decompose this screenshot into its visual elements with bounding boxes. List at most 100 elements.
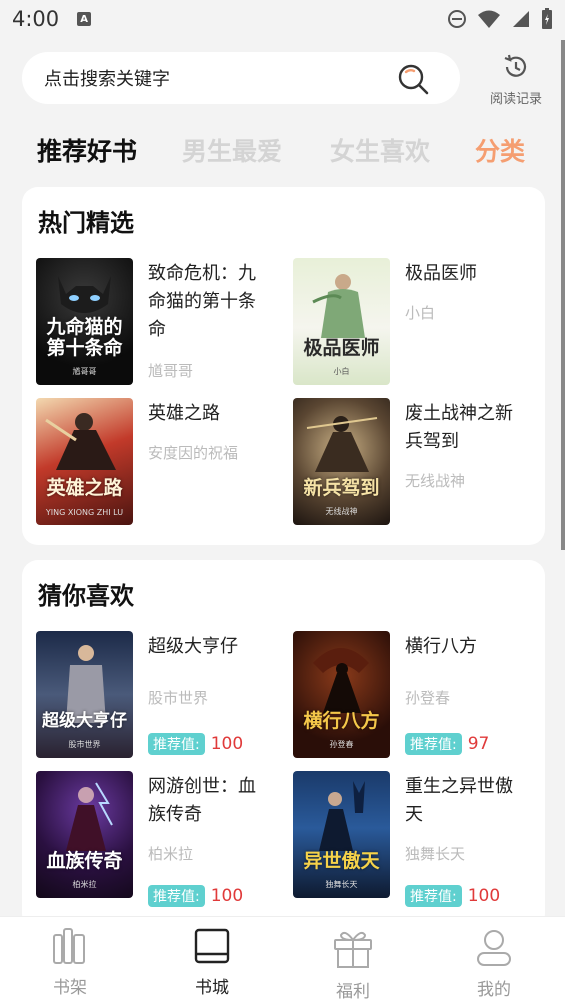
do-not-disturb-icon bbox=[448, 10, 466, 28]
book-item[interactable]: 横行八方 孙登春 横行八方 孙登春 推荐值: 97 bbox=[279, 631, 529, 761]
warrior-illustration bbox=[45, 413, 116, 470]
score-value: 100 bbox=[210, 734, 244, 754]
book-item[interactable]: 异世傲天 独舞长天 重生之异世傲天 独舞长天 推荐值: 100 bbox=[279, 771, 529, 907]
book-title: 横行八方 bbox=[405, 636, 477, 657]
battery-icon bbox=[542, 8, 552, 29]
book-icon bbox=[194, 928, 230, 964]
recommend-score: 推荐值: 100 bbox=[405, 885, 500, 907]
score-label: 推荐值: bbox=[405, 733, 462, 755]
cover-title: 新兵驾到 bbox=[303, 477, 380, 499]
figure-illustration bbox=[66, 782, 113, 851]
cover-author: 独舞长天 bbox=[325, 880, 358, 889]
book-cover: 极品医师 小白 bbox=[293, 258, 390, 385]
section-title: 热门精选 bbox=[38, 209, 134, 237]
book-title: 超级大亨仔 bbox=[148, 636, 238, 657]
book-author: 安度因的祝福 bbox=[148, 444, 239, 462]
book-item[interactable]: 英雄之路 YING XIONG ZHI LU 英雄之路 安度因的祝福 bbox=[22, 398, 272, 528]
book-author: 无线战神 bbox=[405, 472, 466, 490]
bottom-navigation: 书架 书城 福利 我的 bbox=[0, 916, 565, 1004]
gift-icon bbox=[334, 931, 372, 968]
book-title: 重生之异世傲天 bbox=[405, 776, 513, 825]
book-item[interactable]: 九命猫的第十条命 馗哥哥 致命危机：九命猫的第十条命 馗哥哥 bbox=[22, 258, 272, 388]
book-cover: 新兵驾到 无线战神 bbox=[293, 398, 390, 525]
book-item[interactable]: 超级大亨仔 股市世界 超级大亨仔 股市世界 推荐值: 100 bbox=[22, 631, 272, 761]
signal-icon bbox=[513, 11, 529, 27]
tab-female-favorites[interactable]: 女生喜欢 bbox=[330, 132, 430, 168]
status-bar: 4:00 A bbox=[0, 0, 565, 38]
cover-title: 九命猫的第十条命 bbox=[46, 316, 123, 359]
user-icon bbox=[477, 930, 511, 966]
book-author: 独舞长天 bbox=[405, 845, 466, 863]
history-icon bbox=[504, 54, 527, 77]
book-author: 柏米拉 bbox=[148, 845, 194, 863]
score-value: 100 bbox=[210, 886, 244, 906]
book-cover: 九命猫的第十条命 馗哥哥 bbox=[36, 258, 133, 385]
cover-title: 英雄之路 bbox=[46, 477, 123, 499]
search-row: 点击搜索关键字 阅读记录 bbox=[0, 50, 565, 107]
cat-eyes-icon bbox=[58, 276, 111, 313]
book-item[interactable]: 血族传奇 柏米拉 网游创世：血族传奇 柏米拉 推荐值: 100 bbox=[22, 771, 272, 907]
book-cover: 血族传奇 柏米拉 bbox=[36, 771, 133, 898]
book-title: 废土战神之新兵驾到 bbox=[405, 403, 513, 452]
search-icon[interactable] bbox=[396, 62, 430, 96]
cover-author: 馗哥哥 bbox=[72, 367, 97, 376]
book-title: 网游创世：血族传奇 bbox=[148, 776, 256, 825]
recommend-score: 推荐值: 100 bbox=[148, 885, 243, 907]
nav-label: 书架 bbox=[53, 978, 87, 998]
recommend-score: 推荐值: 97 bbox=[405, 733, 489, 755]
nav-label: 书城 bbox=[195, 978, 229, 998]
book-title: 英雄之路 bbox=[148, 403, 220, 424]
cover-author: 小白 bbox=[333, 367, 350, 376]
scrollbar[interactable] bbox=[561, 40, 565, 550]
section-title: 猜你喜欢 bbox=[38, 582, 134, 610]
cover-author: 柏米拉 bbox=[72, 880, 97, 889]
tab-recommended[interactable]: 推荐好书 bbox=[37, 132, 137, 168]
cover-title: 极品医师 bbox=[303, 337, 380, 359]
cover-author: 无线战神 bbox=[325, 507, 358, 516]
book-item[interactable]: 新兵驾到 无线战神 废土战神之新兵驾到 无线战神 bbox=[279, 398, 529, 528]
book-author: 孙登春 bbox=[405, 689, 451, 707]
book-author: 小白 bbox=[405, 304, 436, 322]
nav-welfare[interactable]: 福利 bbox=[308, 927, 398, 1002]
tab-categories[interactable]: 分类 bbox=[475, 132, 525, 168]
cover-title: 横行八方 bbox=[303, 710, 380, 732]
figure-illustration bbox=[312, 274, 365, 338]
book-title: 极品医师 bbox=[405, 263, 477, 284]
bookshelf-icon bbox=[53, 928, 85, 964]
status-time: 4:00 bbox=[12, 7, 60, 31]
book-author: 馗哥哥 bbox=[148, 362, 194, 380]
cover-author: 孙登春 bbox=[329, 740, 354, 749]
guess-you-like-section: 猜你喜欢 超级大亨仔 股市世界 超级大亨仔 股市世界 推荐值: 100 横行八方… bbox=[22, 560, 545, 930]
search-input[interactable]: 点击搜索关键字 bbox=[22, 52, 460, 104]
warrior-illustration bbox=[306, 416, 378, 472]
notification-a-icon: A bbox=[77, 12, 92, 26]
book-cover: 超级大亨仔 股市世界 bbox=[36, 631, 133, 758]
book-title: 致命危机：九命猫的第十条命 bbox=[148, 263, 256, 340]
book-item[interactable]: 极品医师 小白 极品医师 小白 bbox=[279, 258, 529, 388]
nav-label: 福利 bbox=[336, 982, 370, 1002]
cover-title: 血族传奇 bbox=[46, 850, 123, 872]
cover-author: 股市世界 bbox=[68, 740, 101, 749]
reading-history-button[interactable]: 阅读记录 bbox=[478, 52, 554, 107]
book-cover: 异世傲天 独舞长天 bbox=[293, 771, 390, 898]
cover-author: YING XIONG ZHI LU bbox=[45, 508, 124, 517]
book-cover: 横行八方 孙登春 bbox=[293, 631, 390, 758]
hot-picks-section: 热门精选 九命猫的第十条命 馗哥哥 致命危机：九命猫的第十条命 馗哥哥 极品医师… bbox=[22, 187, 545, 545]
score-value: 100 bbox=[467, 886, 501, 906]
cover-title: 异世傲天 bbox=[303, 850, 380, 872]
score-label: 推荐值: bbox=[148, 885, 205, 907]
score-value: 97 bbox=[467, 734, 490, 754]
nav-bookshelf[interactable]: 书架 bbox=[25, 927, 115, 998]
book-cover: 英雄之路 YING XIONG ZHI LU bbox=[36, 398, 133, 525]
score-label: 推荐值: bbox=[405, 885, 462, 907]
cover-title: 超级大亨仔 bbox=[42, 711, 127, 731]
history-label: 阅读记录 bbox=[489, 92, 542, 107]
wifi-icon bbox=[478, 10, 500, 28]
category-tabs: 推荐好书 男生最爱 女生喜欢 分类 bbox=[0, 132, 565, 176]
status-icons bbox=[447, 8, 553, 30]
recommend-score: 推荐值: 100 bbox=[148, 733, 243, 755]
nav-profile[interactable]: 我的 bbox=[449, 927, 539, 1000]
nav-label: 我的 bbox=[477, 980, 511, 1000]
nav-bookstore[interactable]: 书城 bbox=[167, 927, 257, 998]
tab-male-favorites[interactable]: 男生最爱 bbox=[182, 132, 282, 168]
